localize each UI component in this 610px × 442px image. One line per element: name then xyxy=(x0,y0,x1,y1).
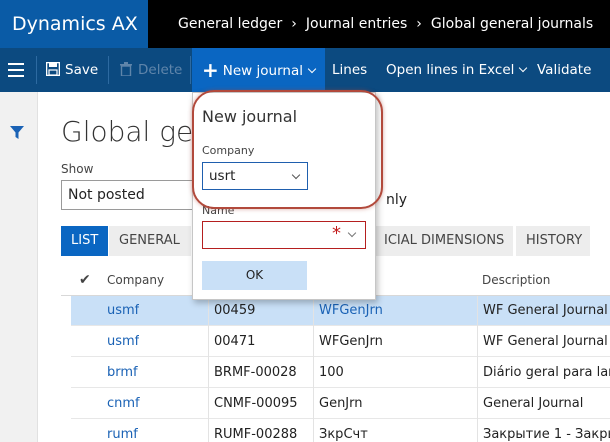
required-asterisk-icon: * xyxy=(332,223,341,244)
name-cell[interactable]: GenJrn xyxy=(319,389,363,419)
hamburger-menu-icon[interactable] xyxy=(8,48,26,92)
divider xyxy=(36,56,37,84)
column-divider xyxy=(477,296,478,442)
lines-label: Lines xyxy=(332,62,368,78)
name-dropdown[interactable]: * xyxy=(202,221,366,249)
table-row[interactable]: usmf 00471 WFGenJrn WF General Journal xyxy=(71,327,610,357)
delete-label: Delete xyxy=(138,62,183,78)
company-cell[interactable]: brmf xyxy=(107,358,138,388)
column-header-description[interactable]: Description xyxy=(482,264,550,296)
chevron-down-icon[interactable] xyxy=(347,228,357,238)
highlight-annotation xyxy=(192,90,383,209)
breadcrumb: General ledger › Journal entries › Global ge… xyxy=(178,0,593,48)
column-divider xyxy=(208,296,209,442)
new-journal-button[interactable]: + New journal xyxy=(192,48,325,92)
tab-financial-dimensions[interactable]: ICIAL DIMENSIONS xyxy=(374,226,513,256)
tab-general[interactable]: GENERAL xyxy=(109,226,191,256)
company-cell[interactable]: rumf xyxy=(107,420,138,442)
description-cell[interactable]: Diário geral para lanc xyxy=(483,358,610,388)
breadcrumb-separator-icon: › xyxy=(291,16,297,32)
trash-icon xyxy=(120,62,132,77)
show-label: Show xyxy=(61,162,94,176)
left-rail xyxy=(0,92,38,442)
description-cell[interactable]: General Journal xyxy=(483,389,583,419)
description-cell[interactable]: WF General Journal xyxy=(483,327,608,357)
name-cell[interactable]: ЗкрСчт xyxy=(319,420,368,442)
column-header-company[interactable]: Company xyxy=(107,264,164,296)
breadcrumb-item[interactable]: General ledger xyxy=(178,0,282,48)
validate-button[interactable]: Validate xyxy=(537,48,591,92)
journal-batch-cell[interactable]: BRMF-00028 xyxy=(214,358,297,388)
chevron-down-icon xyxy=(307,64,317,74)
plus-icon: + xyxy=(202,58,219,82)
select-all-check-icon[interactable]: ✔ xyxy=(79,264,91,296)
name-cell[interactable]: WFGenJrn xyxy=(319,296,383,326)
filter-icon[interactable] xyxy=(10,126,24,140)
table-row[interactable]: rumf RUMF-00288 ЗкрСчт Закрытие 1 - Закр… xyxy=(71,420,610,442)
chevron-down-icon xyxy=(519,63,528,73)
breadcrumb-separator-icon: › xyxy=(416,16,422,32)
ok-button[interactable]: OK xyxy=(202,261,307,290)
open-lines-excel-label: Open lines in Excel xyxy=(386,62,515,78)
save-label: Save xyxy=(65,62,99,78)
column-divider xyxy=(313,296,314,442)
journal-batch-cell[interactable]: CNMF-00095 xyxy=(214,389,298,419)
journal-batch-cell[interactable]: RUMF-00288 xyxy=(214,420,297,442)
company-cell[interactable]: usmf xyxy=(107,296,139,326)
table-row[interactable]: usmf 00459 WFGenJrn WF General Journal xyxy=(71,296,610,326)
save-button[interactable]: Save xyxy=(45,48,99,92)
divider xyxy=(108,56,109,84)
action-bar: Save Delete + New journal Lines Open line… xyxy=(0,48,610,92)
delete-button[interactable]: Delete xyxy=(120,48,182,92)
save-icon xyxy=(45,61,61,77)
journal-batch-cell[interactable]: 00471 xyxy=(214,327,255,357)
table-row[interactable]: brmf BRMF-00028 100 Diário geral para la… xyxy=(71,358,610,388)
app-name[interactable]: Dynamics AX xyxy=(0,0,148,48)
description-cell[interactable]: WF General Journal xyxy=(483,296,608,326)
description-cell[interactable]: Закрытие 1 - Закрыт xyxy=(483,420,610,442)
company-cell[interactable]: usmf xyxy=(107,327,139,357)
name-cell[interactable]: 100 xyxy=(319,358,344,388)
divider xyxy=(190,56,191,84)
only-label: nly xyxy=(386,192,408,208)
tab-history[interactable]: HISTORY xyxy=(516,226,590,256)
table-row[interactable]: cnmf CNMF-00095 GenJrn General Journal xyxy=(71,389,610,419)
validate-label: Validate xyxy=(537,62,592,78)
breadcrumb-item[interactable]: Journal entries xyxy=(306,0,407,48)
journal-batch-cell[interactable]: 00459 xyxy=(214,296,255,326)
lines-button[interactable]: Lines xyxy=(332,48,367,92)
company-cell[interactable]: cnmf xyxy=(107,389,140,419)
new-journal-label: New journal xyxy=(222,63,303,79)
title-bar: Dynamics AX General ledger › Journal entri… xyxy=(0,0,610,48)
name-cell[interactable]: WFGenJrn xyxy=(319,327,383,357)
open-lines-excel-button[interactable]: Open lines in Excel xyxy=(386,48,528,92)
breadcrumb-item[interactable]: Global general journals xyxy=(431,0,593,48)
tab-list[interactable]: LIST xyxy=(61,226,109,256)
